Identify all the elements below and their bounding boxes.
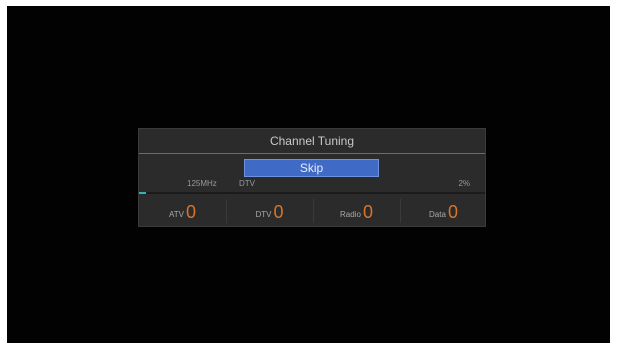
count-value: 0 (362, 202, 373, 222)
title-divider (139, 153, 485, 154)
tv-screen: Channel Tuning Skip 125MHz DTV 2% ATV 0 … (7, 6, 610, 343)
progress-fill (139, 192, 146, 194)
count-value: 0 (447, 202, 458, 222)
count-value: 0 (185, 202, 196, 222)
count-label: Data (429, 210, 446, 219)
count-radio: Radio 0 (313, 195, 400, 226)
frequency-readout: 125MHz (187, 179, 217, 188)
count-label: Radio (340, 210, 361, 219)
progress-percent: 2% (458, 179, 470, 188)
count-value: 0 (273, 202, 284, 222)
count-atv: ATV 0 (139, 195, 226, 226)
progress-bar (139, 192, 485, 194)
skip-button[interactable]: Skip (244, 159, 379, 177)
count-data: Data 0 (400, 195, 487, 226)
count-label: DTV (255, 210, 272, 219)
count-dtv: DTV 0 (226, 195, 313, 226)
count-label: ATV (169, 210, 184, 219)
tuning-mode: DTV (239, 179, 255, 188)
channel-tuning-dialog: Channel Tuning Skip 125MHz DTV 2% ATV 0 … (138, 128, 486, 227)
channel-counts: ATV 0 DTV 0 Radio 0 Data 0 (139, 195, 485, 226)
dialog-title: Channel Tuning (269, 134, 355, 148)
